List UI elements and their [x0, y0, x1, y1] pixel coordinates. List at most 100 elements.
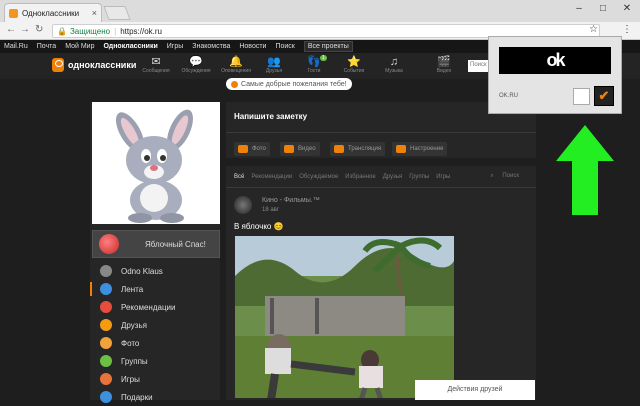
back-arrow-icon[interactable]: ← [6, 24, 16, 35]
nav-label: Обсуждения [181, 68, 211, 74]
video-camera-icon [284, 145, 294, 153]
envelope-icon: ✉ [151, 56, 161, 68]
feed-tab-discussed[interactable]: Обсуждаемое [299, 174, 338, 180]
portal-link-games[interactable]: Игры [167, 43, 184, 50]
post-image[interactable] [235, 236, 454, 398]
composer-button-label: Видео [298, 146, 316, 152]
nav-label: Оповещения [221, 68, 251, 74]
menu-item-gifts[interactable]: Подарки [90, 388, 220, 406]
holiday-banner-text: Яблочный Спас! [145, 239, 206, 249]
nav-discussions[interactable]: 💬 Обсуждения [180, 56, 212, 74]
camera-icon [238, 145, 248, 153]
menu-item-label: Фото [121, 338, 140, 348]
post-author-avatar[interactable] [234, 196, 252, 214]
nav-events[interactable]: ⭐ События [338, 56, 370, 74]
lock-icon: 🔒 [57, 26, 67, 36]
secure-label: Защищено [69, 26, 111, 36]
window-minimize-button[interactable]: – [572, 3, 586, 14]
url-separator: | [114, 26, 117, 36]
holiday-banner[interactable]: Яблочный Спас! [92, 230, 220, 258]
feed-tab-friends[interactable]: Друзья [383, 174, 402, 180]
composer-button-label: Трансляция [348, 146, 382, 152]
all-projects-button[interactable]: Все проекты [303, 41, 353, 52]
popup-checkbox-empty[interactable] [573, 88, 590, 105]
composer-divider [226, 132, 536, 133]
menu-item-photos[interactable]: Фото [90, 334, 220, 352]
nav-friends[interactable]: 👥 Друзья [258, 56, 290, 74]
browser-tab[interactable]: Одноклассники × [4, 3, 102, 22]
composer-video-button[interactable]: Видео [280, 142, 320, 156]
groups-icon [100, 355, 112, 367]
menu-item-label: Odno Klaus [121, 266, 163, 276]
tab-title: Одноклассники [22, 8, 80, 18]
nav-messages[interactable]: ✉ Сообщения [140, 56, 172, 74]
composer-button-label: Фото [252, 146, 266, 152]
nav-guests[interactable]: 👣 Гости 1 [298, 55, 330, 74]
post-author[interactable]: Кино - Фильмы.™ [262, 197, 320, 204]
portal-link-myworld[interactable]: Мой Мир [65, 43, 94, 50]
window-maximize-button[interactable]: □ [596, 3, 610, 14]
portal-link-ok[interactable]: Одноклассники [103, 43, 157, 50]
composer-photo-button[interactable]: Фото [234, 142, 270, 156]
menu-item-label: Группы [121, 356, 148, 366]
guests-badge: 1 [320, 55, 327, 61]
feed-search[interactable]: ⌕ Поиск [490, 173, 526, 180]
portal-link-dating[interactable]: Знакомства [192, 43, 230, 50]
friends-activity-button[interactable]: Действия друзей [415, 380, 535, 400]
composer-button-label: Настроение [410, 146, 444, 152]
wish-text: Самые добрые пожелания тебе! [241, 80, 347, 88]
new-tab-button[interactable] [103, 6, 131, 20]
window-close-button[interactable]: ✕ [620, 3, 634, 14]
star-icon[interactable]: ☆ [589, 24, 598, 35]
composer-stream-button[interactable]: Трансляция [330, 142, 386, 156]
extension-popup: ok OK.RU ✔ [488, 36, 622, 114]
popup-checkbox-checked[interactable]: ✔ [594, 86, 614, 106]
mood-icon [396, 145, 406, 153]
wish-banner[interactable]: Самые добрые пожелания тебе! [226, 78, 352, 90]
park-scene-image [235, 236, 454, 398]
feed-tab-recommendations[interactable]: Рекомендации [251, 174, 292, 180]
video-icon: 🎬 [437, 56, 451, 68]
feed-search-label: Поиск [502, 173, 519, 179]
menu-item-label: Подарки [121, 392, 153, 402]
nav-music[interactable]: ♫ Музыка [378, 56, 410, 74]
nav-notifications[interactable]: 🔔 Оповещения [220, 56, 252, 74]
gamepad-icon [100, 373, 112, 385]
menu-item-label: Рекомендации [121, 302, 176, 312]
forward-arrow-icon[interactable]: → [20, 24, 30, 35]
reload-icon[interactable]: ↻ [35, 24, 43, 35]
menu-item-profile[interactable]: Odno Klaus [90, 262, 220, 280]
profile-avatar[interactable] [92, 102, 220, 224]
feed-icon [100, 283, 112, 295]
menu-item-feed[interactable]: Лента [90, 280, 220, 298]
feed-tab-groups[interactable]: Группы [409, 174, 429, 180]
chat-icon: 💬 [189, 56, 203, 68]
portal-link-mailru[interactable]: Mail.Ru [4, 43, 28, 50]
portal-link-news[interactable]: Новости [239, 43, 266, 50]
nav-label: Сообщения [142, 68, 170, 74]
composer-prompt[interactable]: Напишите заметку [234, 112, 307, 121]
feed-tab-all[interactable]: Всё [234, 174, 244, 180]
tab-close-icon[interactable]: × [92, 8, 97, 18]
ok-logo[interactable]: одноклассники [52, 58, 136, 72]
nav-video[interactable]: 🎬 Видео [428, 56, 460, 74]
composer-mood-button[interactable]: Настроение [392, 142, 448, 156]
feed-tab-favorites[interactable]: Избранное [345, 174, 375, 180]
nav-label: События [343, 68, 365, 74]
events-icon: ⭐ [347, 56, 361, 68]
recommendations-icon [100, 301, 112, 313]
nav-label: Музыка [385, 68, 403, 74]
menu-item-games[interactable]: Игры [90, 370, 220, 388]
post-date: 18 авг [262, 207, 280, 213]
feed-tab-games[interactable]: Игры [436, 174, 450, 180]
popup-ok-logo: ok [499, 47, 611, 74]
portal-link-mail[interactable]: Почта [37, 43, 56, 50]
menu-item-groups[interactable]: Группы [90, 352, 220, 370]
apple-icon [99, 234, 119, 254]
menu-item-recommendations[interactable]: Рекомендации [90, 298, 220, 316]
portal-link-search[interactable]: Поиск [275, 43, 294, 50]
gift-icon [100, 391, 112, 403]
post-text: В яблочко 😊 [234, 222, 284, 231]
browser-menu-icon[interactable]: ⋮ [622, 24, 632, 35]
menu-item-friends[interactable]: Друзья [90, 316, 220, 334]
